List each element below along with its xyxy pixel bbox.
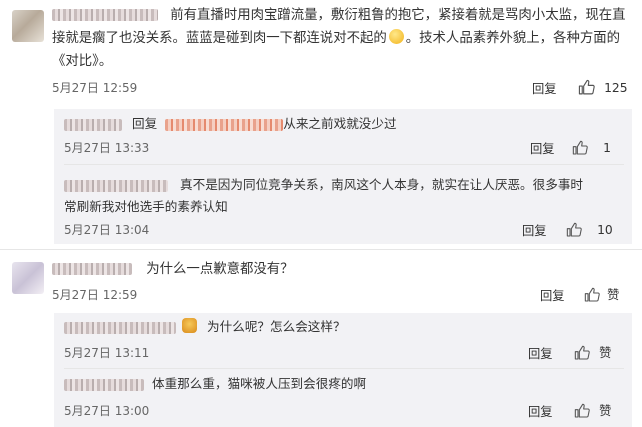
like-button[interactable]: 10 (566, 219, 613, 238)
like-button[interactable]: 赞 (584, 284, 619, 303)
like-count: 10 (597, 223, 613, 237)
username-blurred[interactable] (52, 263, 132, 275)
smile-emoji-icon (388, 29, 404, 44)
sub-reply-text: 回复 从来之前戏就没少过 (64, 115, 397, 133)
like-count: 125 (604, 81, 628, 95)
reply-button[interactable]: 回复 (528, 344, 553, 362)
reply-button[interactable]: 回复 (532, 79, 557, 97)
divider (64, 164, 624, 165)
sub-reply-text: 为什么呢？怎么会这样？ (64, 318, 346, 336)
avatar[interactable] (12, 262, 44, 294)
thumbs-up-icon (566, 222, 582, 237)
reply-time: 5月27日 13:11 (64, 346, 150, 360)
comment-divider (0, 249, 642, 250)
comment-text: 前有直播时用肉宝蹭流量，敷衍粗鲁的抱它，紧接着就是骂肉小太监，现在直 接就是瘸了… (52, 8, 626, 69)
divider (64, 368, 624, 369)
avatar[interactable] (12, 10, 44, 42)
comment-time: 5月27日 12:59 (52, 81, 138, 95)
like-button[interactable]: 赞 (574, 342, 611, 361)
hands-emoji-icon (182, 318, 198, 333)
thumbs-up-icon (574, 403, 590, 418)
sub-reply-text: 体重那么重，猫咪被人压到会很疼的啊 (64, 375, 366, 393)
reply-button[interactable]: 回复 (522, 221, 547, 239)
reply-time: 5月27日 13:04 (64, 223, 150, 237)
like-button[interactable]: 125 (578, 77, 628, 96)
username-blurred[interactable] (52, 9, 158, 21)
like-label: 赞 (599, 404, 612, 418)
like-button[interactable]: 赞 (574, 400, 611, 419)
comment-time: 5月27日 12:59 (52, 288, 138, 302)
like-label: 赞 (599, 346, 612, 360)
username-blurred[interactable] (64, 378, 144, 391)
reply-time: 5月27日 13:33 (64, 141, 150, 155)
mention-blurred[interactable] (165, 118, 284, 131)
reply-time: 5月27日 13:00 (64, 404, 150, 418)
comment-text: 为什么一点歉意都没有？ (52, 258, 294, 281)
username-blurred[interactable] (64, 321, 176, 334)
reply-button[interactable]: 回复 (530, 139, 555, 157)
like-count: 1 (603, 141, 611, 155)
thumbs-up-icon (578, 79, 595, 95)
username-blurred[interactable] (64, 118, 122, 131)
like-button[interactable]: 1 (572, 137, 611, 156)
thumbs-up-icon (584, 287, 600, 302)
like-label: 赞 (607, 288, 620, 302)
username-blurred[interactable] (64, 179, 168, 192)
sub-reply-text: 真不是因为同位竞争关系，南风这个人本身，就实在让人厌恶。很多事时 常刷新我对他选… (64, 177, 584, 214)
thumbs-up-icon (572, 140, 588, 155)
reply-button[interactable]: 回复 (540, 286, 565, 304)
thumbs-up-icon (574, 345, 590, 360)
reply-button[interactable]: 回复 (528, 402, 553, 420)
